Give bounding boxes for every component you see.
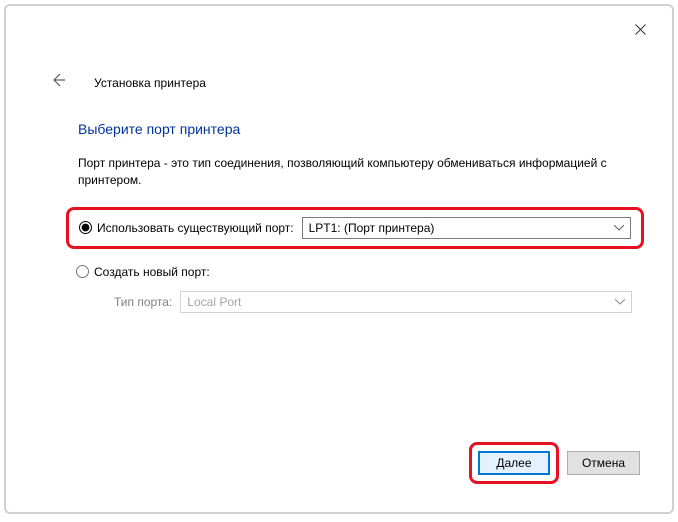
- dialog-content: Выберите порт принтера Порт принтера - э…: [78, 121, 632, 319]
- create-port-row: Создать новый порт:: [76, 259, 632, 285]
- radio-existing-label: Использовать существующий порт:: [97, 221, 294, 235]
- next-button[interactable]: Далее: [478, 451, 550, 475]
- dialog-header: Установка принтера: [50, 72, 206, 93]
- page-heading: Выберите порт принтера: [78, 121, 632, 137]
- existing-port-select[interactable]: LPT1: (Порт принтера): [302, 217, 631, 239]
- wizard-title: Установка принтера: [94, 76, 206, 90]
- cancel-button[interactable]: Отмена: [567, 451, 640, 475]
- page-description: Порт принтера - это тип соединения, позв…: [78, 155, 632, 189]
- port-type-select: Local Port: [180, 291, 632, 313]
- radio-use-existing-port[interactable]: Использовать существующий порт:: [79, 221, 294, 235]
- dialog-footer: Далее Отмена: [469, 442, 640, 484]
- port-type-row: Тип порта: Local Port: [78, 285, 632, 319]
- radio-create-input[interactable]: [76, 265, 89, 278]
- back-button[interactable]: [50, 72, 66, 93]
- existing-port-row: Использовать существующий порт: LPT1: (П…: [66, 207, 644, 249]
- dialog-window: Установка принтера Выберите порт принтер…: [4, 4, 674, 514]
- radio-existing-input[interactable]: [79, 221, 92, 234]
- close-icon: [635, 24, 646, 35]
- radio-create-label: Создать новый порт:: [94, 265, 210, 279]
- close-button[interactable]: [620, 14, 660, 44]
- next-highlight: Далее: [469, 442, 559, 484]
- port-type-label: Тип порта:: [114, 295, 172, 309]
- radio-create-new-port[interactable]: Создать новый порт:: [76, 265, 210, 279]
- back-arrow-icon: [50, 72, 66, 88]
